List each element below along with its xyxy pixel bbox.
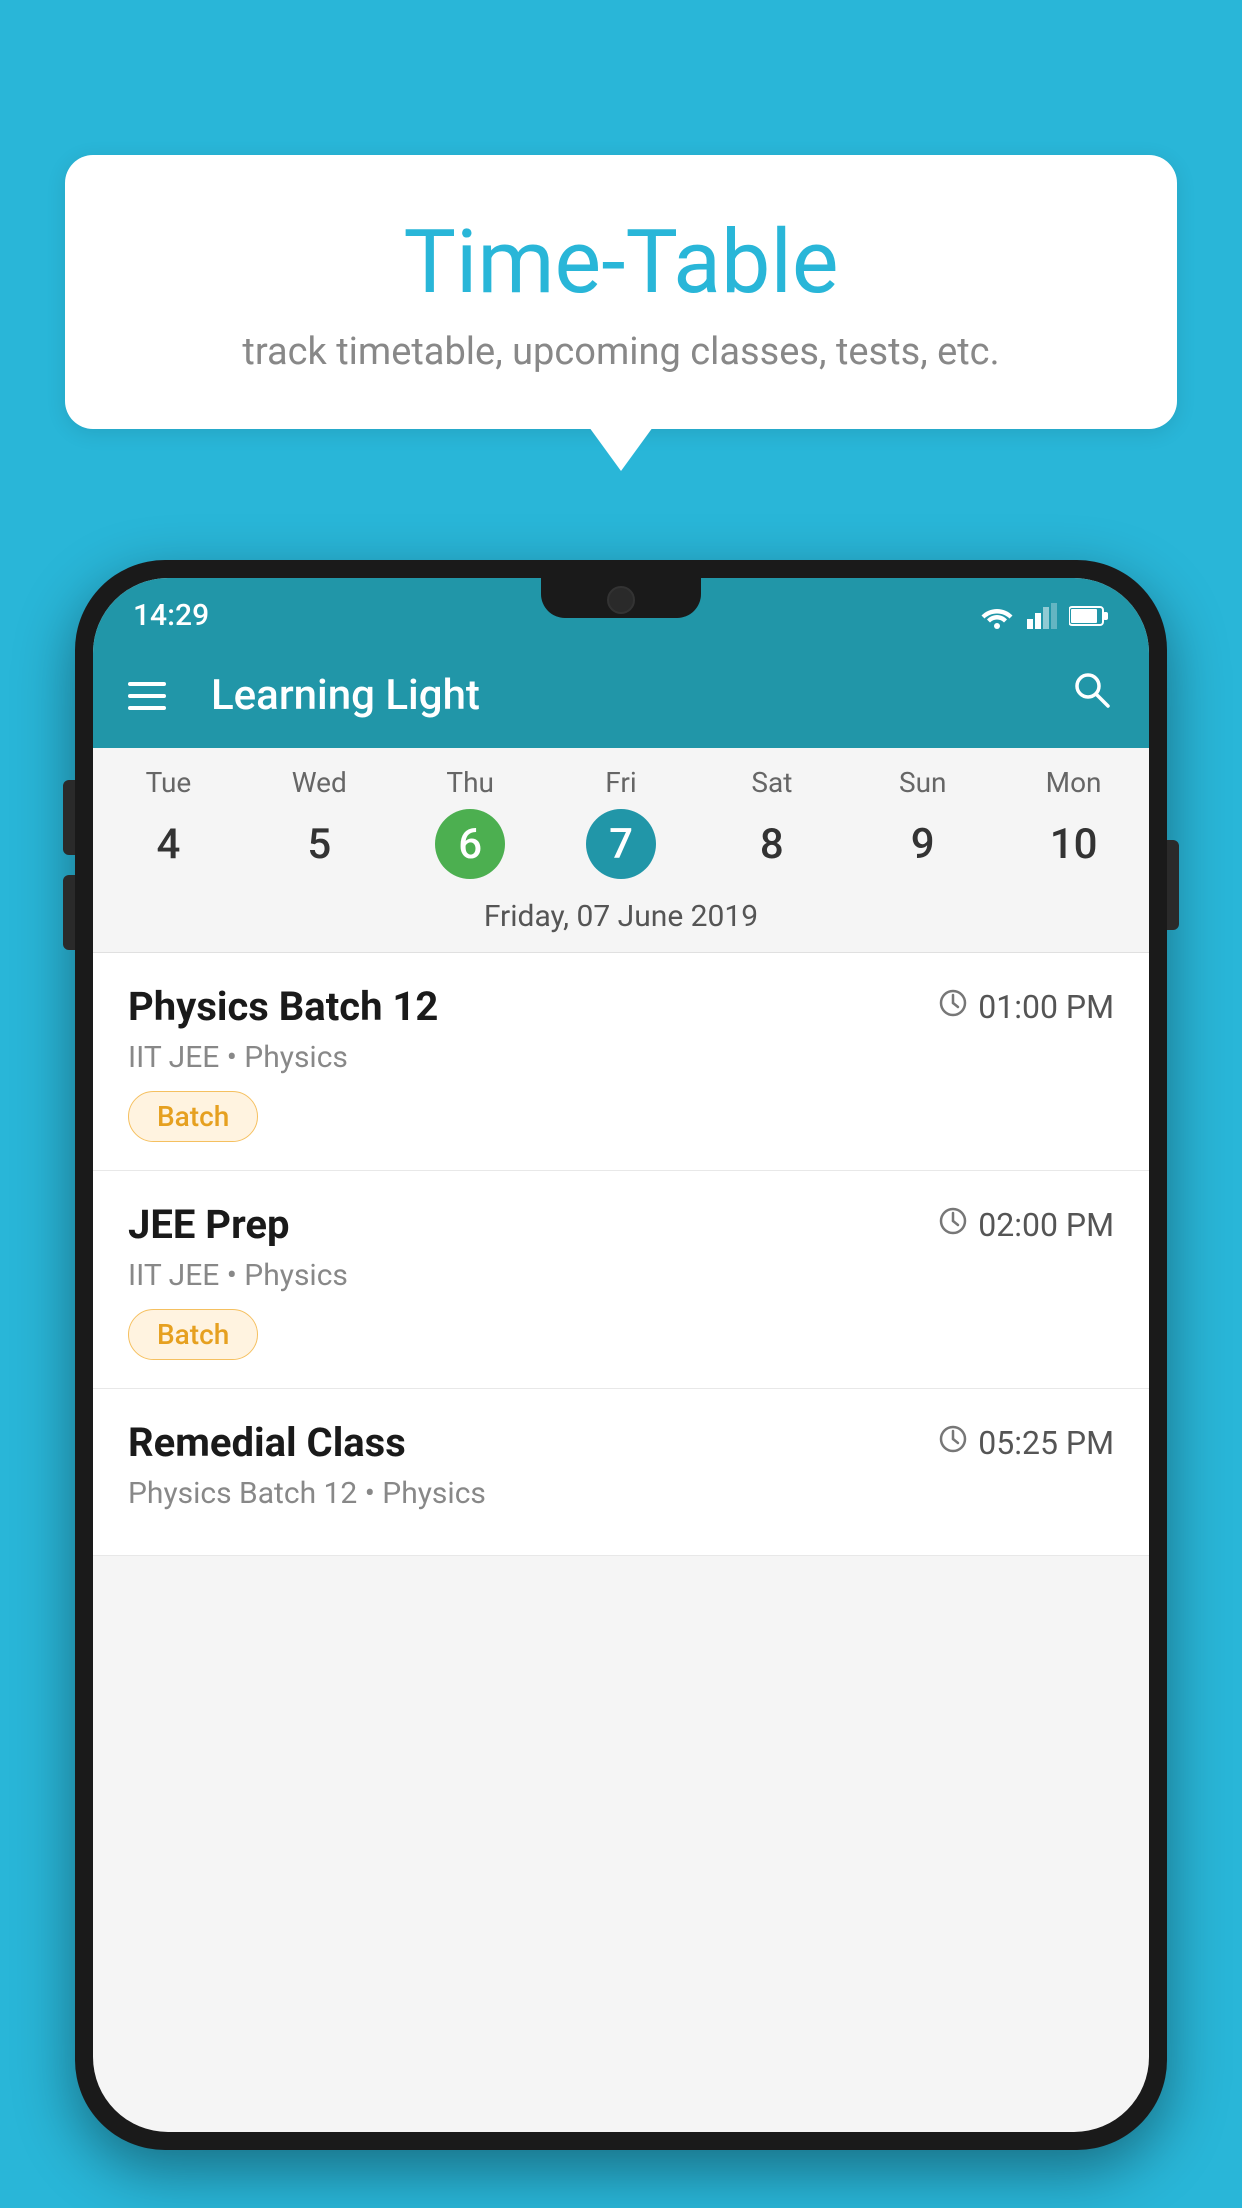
day-name: Thu bbox=[395, 766, 546, 799]
day-number[interactable]: 5 bbox=[284, 809, 354, 879]
calendar-day-col[interactable]: Sun 9 bbox=[847, 766, 998, 879]
phone-notch bbox=[541, 578, 701, 618]
batch-tag: Batch bbox=[128, 1091, 258, 1142]
schedule-item-time: 02:00 PM bbox=[938, 1206, 1114, 1244]
day-number[interactable]: 6 bbox=[435, 809, 505, 879]
day-number[interactable]: 7 bbox=[586, 809, 656, 879]
calendar-section: Tue 4 Wed 5 Thu 6 Fri 7 Sat 8 Sun 9 Mon … bbox=[93, 748, 1149, 953]
calendar-day-col[interactable]: Tue 4 bbox=[93, 766, 244, 879]
power-button bbox=[1167, 840, 1179, 930]
calendar-day-col[interactable]: Thu 6 bbox=[395, 766, 546, 879]
calendar-day-col[interactable]: Mon 10 bbox=[998, 766, 1149, 879]
tooltip-card: Time-Table track timetable, upcoming cla… bbox=[65, 155, 1177, 429]
tooltip-title: Time-Table bbox=[115, 215, 1127, 312]
calendar-date-label: Friday, 07 June 2019 bbox=[93, 887, 1149, 953]
signal-icon bbox=[1027, 603, 1057, 629]
day-name: Mon bbox=[998, 766, 1149, 799]
day-name: Sun bbox=[847, 766, 998, 799]
day-number[interactable]: 8 bbox=[737, 809, 807, 879]
schedule-item-subtitle: IIT JEE • Physics bbox=[128, 1258, 1114, 1293]
calendar-days-row: Tue 4 Wed 5 Thu 6 Fri 7 Sat 8 Sun 9 Mon … bbox=[93, 748, 1149, 887]
schedule-item[interactable]: Remedial Class 05:25 PM Physics Batch 12… bbox=[93, 1389, 1149, 1556]
volume-up-button bbox=[63, 780, 75, 855]
calendar-day-col[interactable]: Fri 7 bbox=[546, 766, 697, 879]
schedule-item[interactable]: Physics Batch 12 01:00 PM IIT JEE • Phys… bbox=[93, 953, 1149, 1171]
search-button[interactable] bbox=[1070, 668, 1114, 723]
battery-icon bbox=[1069, 605, 1109, 627]
hamburger-menu-button[interactable] bbox=[128, 682, 166, 710]
wifi-icon bbox=[979, 603, 1015, 629]
schedule-item-header: Remedial Class 05:25 PM bbox=[128, 1419, 1114, 1466]
phone-screen: 14:29 bbox=[93, 578, 1149, 2132]
batch-tag: Batch bbox=[128, 1309, 258, 1360]
day-name: Sat bbox=[696, 766, 847, 799]
status-icons bbox=[979, 603, 1109, 629]
phone-wrapper: 14:29 bbox=[75, 560, 1167, 2208]
schedule-item-subtitle: Physics Batch 12 • Physics bbox=[128, 1476, 1114, 1511]
calendar-day-col[interactable]: Sat 8 bbox=[696, 766, 847, 879]
day-name: Tue bbox=[93, 766, 244, 799]
day-number[interactable]: 9 bbox=[888, 809, 958, 879]
volume-down-button bbox=[63, 875, 75, 950]
day-number[interactable]: 10 bbox=[1039, 809, 1109, 879]
time-text: 02:00 PM bbox=[978, 1206, 1114, 1244]
status-time: 14:29 bbox=[133, 598, 209, 633]
clock-icon bbox=[938, 1424, 968, 1462]
schedule-item-title: JEE Prep bbox=[128, 1201, 289, 1248]
time-text: 01:00 PM bbox=[978, 988, 1114, 1026]
clock-icon bbox=[938, 1206, 968, 1244]
phone-outer: 14:29 bbox=[75, 560, 1167, 2150]
front-camera bbox=[607, 586, 635, 614]
schedule-item-header: JEE Prep 02:00 PM bbox=[128, 1201, 1114, 1248]
calendar-day-col[interactable]: Wed 5 bbox=[244, 766, 395, 879]
day-name: Wed bbox=[244, 766, 395, 799]
schedule-item-time: 05:25 PM bbox=[938, 1424, 1114, 1462]
clock-icon bbox=[938, 988, 968, 1026]
tooltip-subtitle: track timetable, upcoming classes, tests… bbox=[115, 330, 1127, 374]
app-bar-title: Learning Light bbox=[211, 671, 1040, 720]
app-bar: Learning Light bbox=[93, 643, 1149, 748]
time-text: 05:25 PM bbox=[978, 1424, 1114, 1462]
day-number[interactable]: 4 bbox=[133, 809, 203, 879]
schedule-item-header: Physics Batch 12 01:00 PM bbox=[128, 983, 1114, 1030]
day-name: Fri bbox=[546, 766, 697, 799]
schedule-item-time: 01:00 PM bbox=[938, 988, 1114, 1026]
schedule-item-title: Remedial Class bbox=[128, 1419, 406, 1466]
schedule-item-subtitle: IIT JEE • Physics bbox=[128, 1040, 1114, 1075]
schedule-item[interactable]: JEE Prep 02:00 PM IIT JEE • Physics Batc… bbox=[93, 1171, 1149, 1389]
schedule-list: Physics Batch 12 01:00 PM IIT JEE • Phys… bbox=[93, 953, 1149, 1556]
schedule-item-title: Physics Batch 12 bbox=[128, 983, 438, 1030]
